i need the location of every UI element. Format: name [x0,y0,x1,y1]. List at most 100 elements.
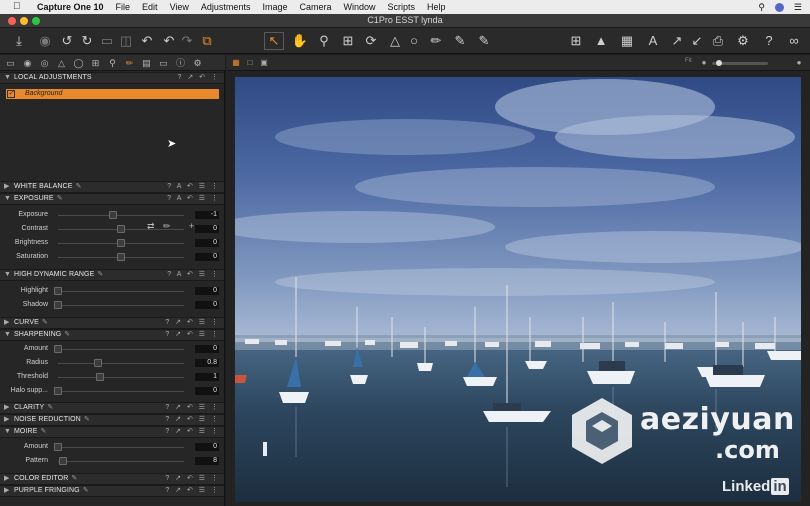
layer-row-background[interactable]: ✓ Background [6,89,219,99]
clarity-section-header[interactable]: ▶ CLARITY ✎ ? ↗ ↶ ☰ ⋮ [0,402,224,414]
siri-icon[interactable] [774,2,784,12]
details-tab[interactable]: ⚲ [107,57,118,69]
slider-value-field[interactable]: -1 [195,211,219,219]
section-actions[interactable]: ? A ↶ ☰ ⋮ [167,270,220,280]
slider-track[interactable] [58,349,184,350]
slider-value-field[interactable]: 0 [195,287,219,295]
noise-reduction-section-header[interactable]: ▶ NOISE REDUCTION ✎ ? ↗ ↶ ☰ ⋮ [0,414,224,426]
zoom-icon[interactable]: ⚲ [315,33,333,49]
print-icon[interactable]: ⎙ [711,33,725,49]
section-actions[interactable]: ? ↗ ↶ ☰ ⋮ [165,318,220,328]
redo-icon[interactable]: ↷ [180,33,194,49]
apple-menu-icon[interactable]:  [13,2,23,12]
section-actions[interactable]: ? ↗ ↶ ⋮ [178,73,220,83]
sharpening-section-header[interactable]: ▼ SHARPENING ✎ ? ↗ ↶ ☰ ⋮ [0,329,224,341]
slider-value-field[interactable]: 0 [195,443,219,451]
slider-value-field[interactable]: 0 [195,253,219,261]
annotation-icon[interactable]: ✎ [476,33,492,49]
exposure-tab[interactable]: △ [56,57,67,69]
section-actions[interactable]: ? ↗ ↶ ☰ ⋮ [165,415,220,425]
import-icon[interactable]: ⤓ [12,33,26,49]
crop-tab[interactable]: ⊞ [90,57,101,69]
rotate-right-icon[interactable]: ↻ [80,33,94,49]
text-icon[interactable]: A [646,33,660,49]
local-adjustments-section-header[interactable]: ▼ LOCAL ADJUSTMENTS ? ↗ ↶ ⋮ [0,72,224,84]
layer-checkbox[interactable]: ✓ [7,90,15,98]
search-icon[interactable]: ⚲ [758,2,765,13]
menu-view[interactable]: View [170,2,189,12]
brush-icon[interactable]: ✏ [428,33,444,49]
section-actions[interactable]: ? ↗ ↶ ☰ ⋮ [165,403,220,413]
picker-icon[interactable]: ✎ [452,33,468,49]
section-actions[interactable]: ? ↗ ↶ ☰ ⋮ [165,427,220,437]
library-tab[interactable]: ▭ [5,57,16,69]
metadata-tab[interactable]: ▤ [141,57,152,69]
undo-all-icon[interactable]: ↶ [140,33,154,49]
tweaks-tab[interactable]: ⚙ [192,57,203,69]
zoom-slider-handle[interactable] [716,60,722,66]
collapse-icon[interactable]: ↙ [690,33,704,49]
slider-handle[interactable] [54,443,62,451]
slider-track[interactable] [58,363,184,364]
expand-icon[interactable]: ↗ [670,33,684,49]
slider-track[interactable] [58,391,184,392]
slider-handle[interactable] [117,253,125,261]
curve-section-header[interactable]: ▶ CURVE ✎ ? ↗ ↶ ☰ ⋮ [0,317,224,329]
menu-adjustments[interactable]: Adjustments [201,2,251,12]
slider-track[interactable] [58,461,184,462]
slider-handle[interactable] [117,239,125,247]
slider-handle[interactable] [54,301,62,309]
white-balance-section-header[interactable]: ▶ WHITE BALANCE ✎ ? A ↶ ☰ ⋮ [0,181,224,193]
output-tab[interactable]: ▭ [158,57,169,69]
section-actions[interactable]: ? ↗ ↶ ☰ ⋮ [165,474,220,484]
menu-image[interactable]: Image [262,2,287,12]
slider-value-field[interactable]: 0.8 [195,359,219,367]
folder-icon[interactable]: ▭ [100,33,114,49]
local-adjustments-tab[interactable]: ✏ [124,57,135,69]
settings-icon[interactable]: ⚙ [736,33,750,49]
slider-value-field[interactable]: 1 [195,373,219,381]
section-actions[interactable]: ? A ↶ ☰ ⋮ [167,194,220,204]
select-cursor-icon[interactable]: ↖ [264,32,284,50]
slider-handle[interactable] [59,457,68,465]
slider-track[interactable] [58,291,184,292]
rotate-left-icon[interactable]: ↺ [60,33,74,49]
color-tab[interactable]: ◎ [39,57,50,69]
camera-icon[interactable]: ◉ [38,33,52,49]
hdr-section-header[interactable]: ▼ HIGH DYNAMIC RANGE ✎ ? A ↶ ☰ ⋮ [0,269,224,281]
menu-scripts[interactable]: Scripts [388,2,416,12]
purple-fringing-section-header[interactable]: ▶ PURPLE FRINGING ✎ ? ↗ ↶ ☰ ⋮ [0,485,224,497]
slider-value-field[interactable]: 0 [195,345,219,353]
single-view-icon[interactable]: □ [245,58,255,68]
slider-handle[interactable] [117,225,125,233]
menu-edit[interactable]: Edit [142,2,158,12]
slider-handle[interactable] [109,211,118,219]
slider-value-field[interactable]: 0 [195,239,219,247]
grid-icon[interactable]: ▦ [620,33,634,49]
trash-icon[interactable]: ◫ [119,33,133,49]
pan-icon[interactable]: ✋ [291,33,309,49]
copy-adjustments-icon[interactable]: ⧉ [200,33,214,49]
slider-track[interactable] [58,377,184,378]
slider-handle[interactable] [94,359,103,367]
glasses-icon[interactable]: ∞ [784,33,804,49]
slider-handle[interactable] [54,387,62,395]
section-actions[interactable]: ? A ↶ ☰ ⋮ [167,182,220,192]
warning-icon[interactable]: ▲ [594,33,608,49]
menu-file[interactable]: File [116,2,131,12]
app-menu[interactable]: Capture One 10 [37,2,104,12]
batch-tab[interactable]: ⓘ [175,57,186,69]
section-actions[interactable]: ? ↗ ↶ ☰ ⋮ [165,486,220,496]
crop-icon[interactable]: ⊞ [339,33,357,49]
multi-view-icon[interactable]: ▦ [231,58,241,68]
moire-section-header[interactable]: ▼ MOIRE ✎ ? ↗ ↶ ☰ ⋮ [0,426,224,438]
slider-track[interactable] [58,305,184,306]
slider-handle[interactable] [95,373,104,381]
slider-value-field[interactable]: 0 [195,225,219,233]
help-icon[interactable]: ? [762,33,776,49]
slider-value-field[interactable]: 0 [195,301,219,309]
menu-camera[interactable]: Camera [299,2,331,12]
color-editor-section-header[interactable]: ▶ COLOR EDITOR ✎ ? ↗ ↶ ☰ ⋮ [0,473,224,485]
keystone-icon[interactable]: △ [386,33,404,49]
slider-track[interactable] [58,447,184,448]
